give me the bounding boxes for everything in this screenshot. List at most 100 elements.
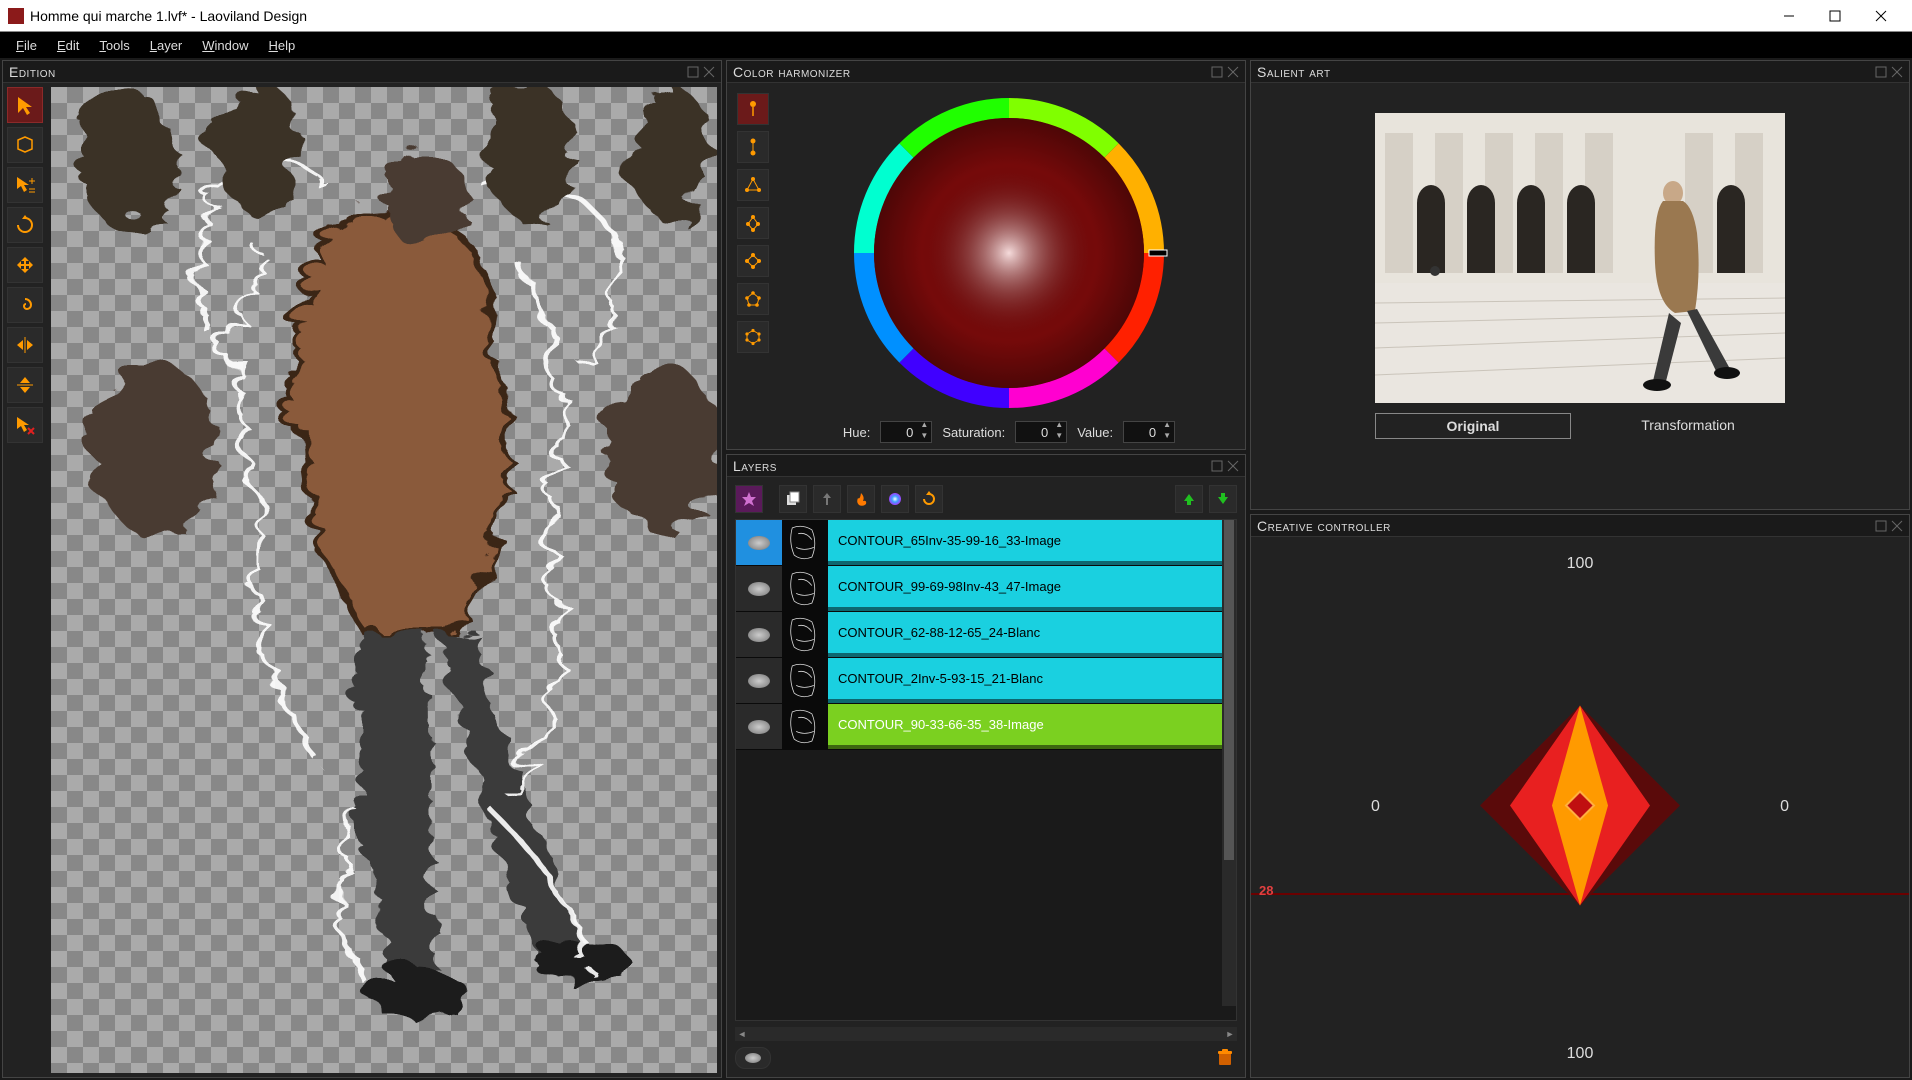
harmony-split[interactable] (737, 207, 769, 239)
harmony-tool-column (737, 93, 773, 439)
menu-file[interactable]: File (8, 36, 45, 55)
canvas[interactable] (51, 87, 717, 1073)
sat-input[interactable] (1016, 425, 1052, 440)
close-panel-icon[interactable] (1227, 460, 1239, 472)
layer-toolbar (735, 485, 1237, 513)
undock-icon[interactable] (1211, 66, 1223, 78)
close-button[interactable] (1858, 0, 1904, 32)
harmony-square[interactable] (737, 245, 769, 277)
close-panel-icon[interactable] (1891, 520, 1903, 532)
layer-label: CONTOUR_2Inv-5-93-15_21-Blanc (828, 658, 1222, 703)
cc-slider-value: 28 (1259, 883, 1273, 898)
scroll-right-icon[interactable]: ► (1223, 1029, 1237, 1039)
harmony-triad[interactable] (737, 169, 769, 201)
canvas-artwork (51, 87, 717, 1073)
down-arrow-icon[interactable]: ▼ (917, 432, 931, 443)
color-wheel[interactable] (849, 93, 1169, 413)
undock-icon[interactable] (687, 66, 699, 78)
menu-window[interactable]: Window (194, 36, 256, 55)
scroll-left-icon[interactable]: ◄ (735, 1029, 749, 1039)
layer-label: CONTOUR_65Inv-35-99-16_33-Image (828, 520, 1222, 565)
layer-visibility-toggle[interactable] (736, 612, 782, 657)
layer-color-button[interactable] (881, 485, 909, 513)
layer-fire-button[interactable] (847, 485, 875, 513)
layer-visibility-toggle[interactable] (736, 566, 782, 611)
cc-right-label: 0 (1780, 798, 1789, 816)
close-panel-icon[interactable] (703, 66, 715, 78)
menu-tools[interactable]: Tools (91, 36, 137, 55)
hue-spinner[interactable]: ▲▼ (880, 421, 932, 443)
creative-header: Creative controller (1251, 515, 1909, 537)
harmony-complement[interactable] (737, 131, 769, 163)
rotate-tool[interactable] (7, 207, 43, 243)
layer-visibility-toggle[interactable] (736, 520, 782, 565)
scale-tool[interactable] (7, 247, 43, 283)
layer-row[interactable]: CONTOUR_62-88-12-65_24-Blanc (736, 612, 1222, 658)
layer-scrollbar-h[interactable]: ◄ ► (735, 1027, 1237, 1041)
harmony-pentagon[interactable] (737, 283, 769, 315)
flip-h-tool[interactable] (7, 327, 43, 363)
harmony-single[interactable] (737, 93, 769, 125)
app-icon (8, 8, 24, 24)
val-input[interactable] (1124, 425, 1160, 440)
layer-duplicate-button[interactable] (779, 485, 807, 513)
title-bar: Homme qui marche 1.lvf* - Laoviland Desi… (0, 0, 1912, 32)
layer-down-button[interactable] (1209, 485, 1237, 513)
layer-merge-button[interactable] (813, 485, 841, 513)
close-panel-icon[interactable] (1891, 66, 1903, 78)
layer-effect-button[interactable] (735, 485, 763, 513)
hue-input[interactable] (881, 425, 917, 440)
cc-left-label: 0 (1371, 798, 1380, 816)
down-arrow-icon[interactable]: ▼ (1160, 432, 1174, 443)
layer-label: CONTOUR_62-88-12-65_24-Blanc (828, 612, 1222, 657)
menu-edit[interactable]: Edit (49, 36, 87, 55)
salient-title: Salient art (1257, 64, 1331, 80)
select-tool[interactable] (7, 87, 43, 123)
layer-row[interactable]: CONTOUR_65Inv-35-99-16_33-Image (736, 520, 1222, 566)
harmony-hexagon[interactable] (737, 321, 769, 353)
menu-help[interactable]: Help (261, 36, 304, 55)
delete-tool[interactable] (7, 407, 43, 443)
cc-diamond[interactable] (1470, 696, 1690, 919)
close-panel-icon[interactable] (1227, 66, 1239, 78)
layer-label: CONTOUR_90-33-66-35_38-Image (828, 704, 1222, 749)
layer-up-button[interactable] (1175, 485, 1203, 513)
flip-v-tool[interactable] (7, 367, 43, 403)
sat-spinner[interactable]: ▲▼ (1015, 421, 1067, 443)
layer-row[interactable]: CONTOUR_99-69-98Inv-43_47-Image (736, 566, 1222, 612)
layers-panel: Layers CONTOUR_65Inv-35 (726, 454, 1246, 1078)
workspace: Edition (0, 58, 1912, 1080)
menu-bar: File Edit Tools Layer Window Help (0, 32, 1912, 58)
tab-transformation[interactable]: Transformation (1591, 413, 1785, 439)
tab-original[interactable]: Original (1375, 413, 1571, 439)
layer-visibility-toggle[interactable] (736, 704, 782, 749)
move-tool[interactable] (7, 167, 43, 203)
undock-icon[interactable] (1875, 66, 1887, 78)
minimize-button[interactable] (1766, 0, 1812, 32)
layer-scrollbar-v[interactable] (1222, 520, 1236, 1006)
layer-visibility-master[interactable] (735, 1047, 771, 1069)
layer-delete-button[interactable] (1215, 1047, 1237, 1069)
swirl-tool[interactable] (7, 287, 43, 323)
layer-thumbnail (782, 612, 828, 657)
creative-body[interactable]: 100 100 0 0 28 (1251, 537, 1909, 1077)
undock-icon[interactable] (1875, 520, 1887, 532)
sat-label: Saturation: (942, 425, 1005, 440)
salient-preview (1375, 113, 1785, 403)
menu-layer[interactable]: Layer (142, 36, 191, 55)
window-title: Homme qui marche 1.lvf* - Laoviland Desi… (30, 8, 1766, 24)
val-spinner[interactable]: ▲▼ (1123, 421, 1175, 443)
down-arrow-icon[interactable]: ▼ (1052, 432, 1066, 443)
layer-row[interactable]: CONTOUR_2Inv-5-93-15_21-Blanc (736, 658, 1222, 704)
layer-refresh-button[interactable] (915, 485, 943, 513)
layer-row[interactable]: CONTOUR_90-33-66-35_38-Image (736, 704, 1222, 750)
layer-visibility-toggle[interactable] (736, 658, 782, 703)
lasso-tool[interactable] (7, 127, 43, 163)
color-harmonizer-panel: Color harmonizer (726, 60, 1246, 450)
layer-list: CONTOUR_65Inv-35-99-16_33-ImageCONTOUR_9… (735, 519, 1237, 1021)
undock-icon[interactable] (1211, 460, 1223, 472)
val-label: Value: (1077, 425, 1113, 440)
maximize-button[interactable] (1812, 0, 1858, 32)
edition-title: Edition (9, 64, 56, 80)
layer-footer (735, 1047, 1237, 1069)
